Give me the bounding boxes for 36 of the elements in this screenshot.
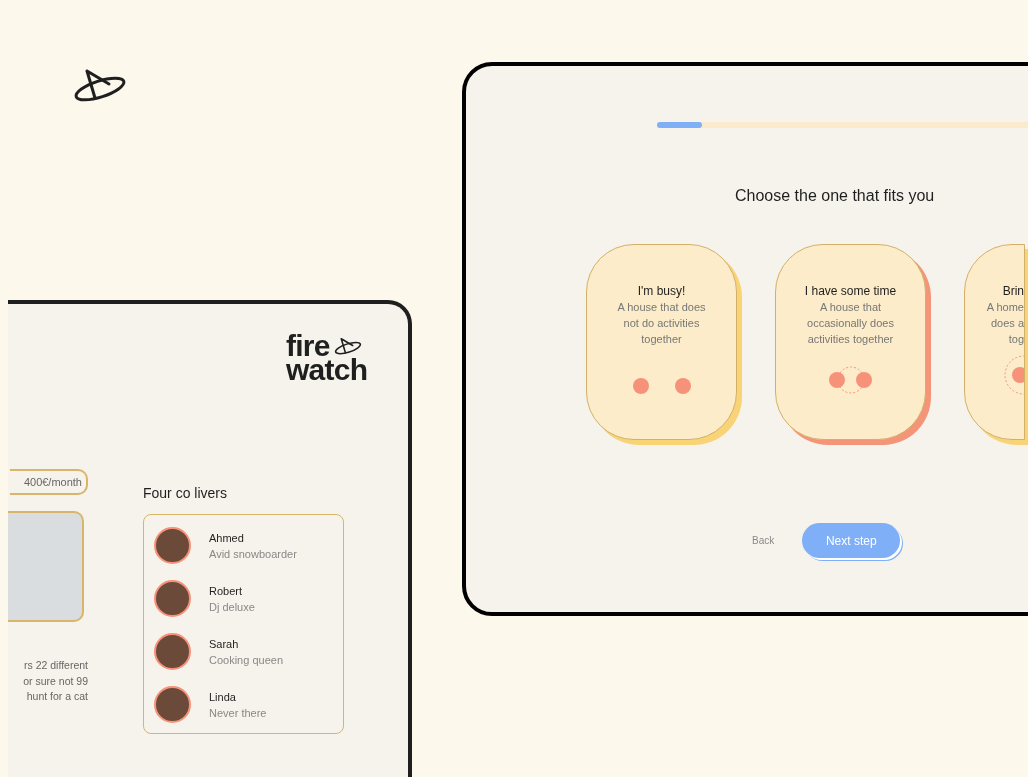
person-name: Linda bbox=[209, 689, 237, 705]
price-tag: 400€/month bbox=[10, 469, 88, 495]
logo-text: watch bbox=[286, 358, 368, 382]
logo-text: fire bbox=[286, 334, 330, 358]
question-heading: Choose the one that fits you bbox=[735, 187, 935, 204]
description-line: rs 22 different bbox=[24, 658, 88, 673]
avatar bbox=[154, 527, 191, 564]
avatar bbox=[154, 580, 191, 617]
hat-icon bbox=[333, 337, 362, 355]
hat-logo-icon bbox=[73, 68, 127, 102]
description-line: hunt for a cat bbox=[26, 689, 88, 704]
option-title: Brin bbox=[1002, 283, 1024, 299]
option-description-line: together bbox=[641, 332, 682, 347]
person-name: Sarah bbox=[209, 636, 240, 652]
overlapping-dots-icon bbox=[827, 365, 874, 395]
avatar bbox=[154, 633, 191, 670]
option-description-line: tog bbox=[1008, 332, 1024, 347]
person-name: Robert bbox=[209, 583, 244, 599]
person-tagline: Cooking queen bbox=[209, 652, 283, 668]
option-description-line: not do activities bbox=[623, 316, 700, 331]
option-description-line: activities together bbox=[807, 332, 894, 347]
option-description-line: A house that does bbox=[617, 300, 706, 315]
option-description-line: A home bbox=[986, 300, 1024, 315]
description-line: or sure not 99 bbox=[23, 673, 88, 689]
option-description-line: does a bbox=[990, 316, 1024, 331]
section-heading: Four co livers bbox=[143, 484, 229, 503]
option-description-line: occasionally does bbox=[807, 316, 894, 331]
option-description-line: A house that bbox=[819, 300, 882, 315]
person-tagline: Dj deluxe bbox=[209, 599, 255, 615]
two-dots-icon bbox=[631, 377, 692, 395]
option-title: I'm busy! bbox=[637, 283, 686, 299]
person-tagline: Avid snowboarder bbox=[209, 546, 297, 562]
person-tagline: Never there bbox=[209, 705, 267, 721]
person-name: Ahmed bbox=[209, 530, 245, 546]
option-title: I have some time bbox=[804, 283, 897, 299]
avatar bbox=[154, 686, 191, 723]
